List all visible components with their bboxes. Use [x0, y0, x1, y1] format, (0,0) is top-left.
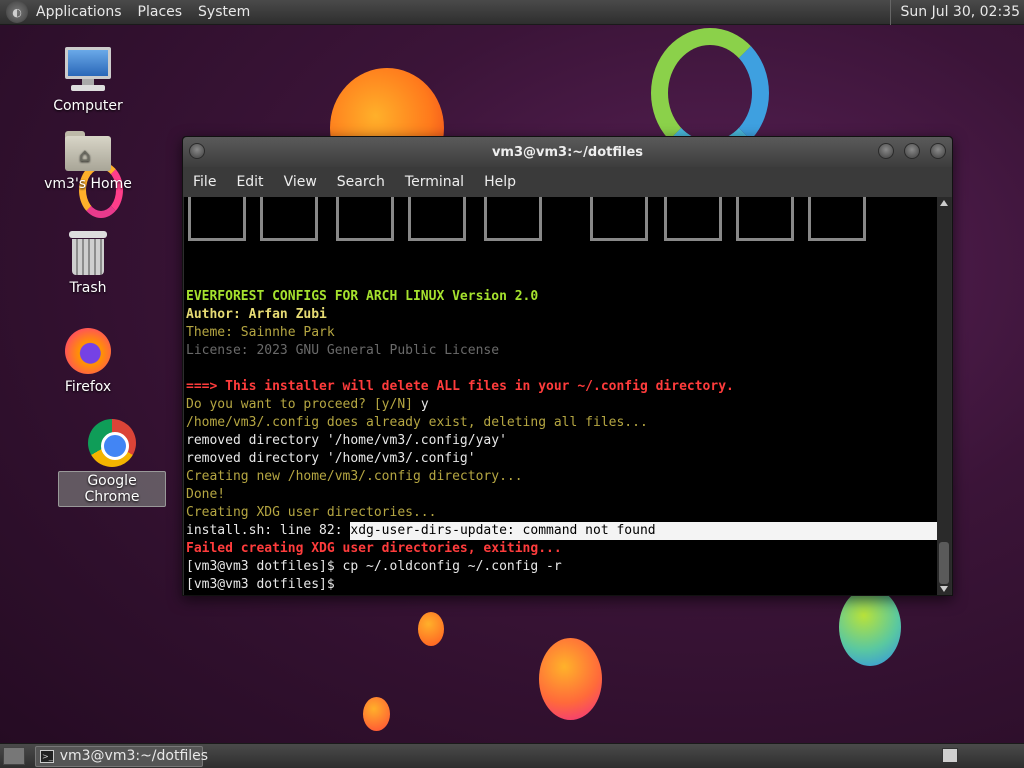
- balloon-decoration: [539, 638, 602, 720]
- minimize-button[interactable]: [878, 143, 894, 159]
- workspace-switcher[interactable]: [942, 748, 958, 763]
- terminal-icon: >_: [40, 749, 54, 763]
- window-title: vm3@vm3:~/dotfiles: [491, 144, 644, 160]
- clock[interactable]: Sun Jul 30, 02:35: [889, 0, 1020, 25]
- menu-applications[interactable]: Applications: [28, 0, 130, 25]
- terminal-line: install.sh: line 82: xdg-user-dirs-updat…: [186, 522, 938, 540]
- terminal-line: License: 2023 GNU General Public License: [186, 343, 500, 358]
- chrome-icon: [88, 419, 136, 467]
- terminal-line: [vm3@vm3 dotfiles]$ cp ~/.oldconfig ~/.c…: [186, 559, 562, 574]
- desktop-icon-label: Google Chrome: [58, 471, 166, 507]
- terminal-line: removed directory '/home/vm3/.config/yay…: [186, 433, 507, 448]
- balloon-decoration: [418, 612, 444, 646]
- show-desktop-button[interactable]: [3, 747, 25, 765]
- scroll-down-icon[interactable]: [940, 586, 948, 592]
- distro-logo-icon[interactable]: ◐: [6, 1, 28, 23]
- trash-icon: [69, 231, 107, 275]
- terminal-menubar: File Edit View Search Terminal Help: [183, 167, 952, 197]
- terminal-window[interactable]: vm3@vm3:~/dotfiles File Edit View Search…: [182, 136, 953, 596]
- terminal-line: Creating XDG user directories...: [186, 505, 437, 520]
- desktop-icon-firefox[interactable]: Firefox: [40, 328, 136, 396]
- terminal-prompt[interactable]: [vm3@vm3 dotfiles]$: [186, 576, 343, 594]
- desktop-icon-label: Computer: [53, 98, 123, 114]
- home-folder-icon: ⌂: [65, 131, 111, 171]
- desktop-icon-label: Trash: [69, 280, 107, 296]
- desktop-icon-home[interactable]: ⌂ vm3's Home: [40, 131, 136, 193]
- desktop-icon-chrome[interactable]: Google Chrome: [58, 419, 166, 507]
- error-prefix: install.sh: line 82:: [186, 523, 351, 538]
- terminal-line: Failed creating XDG user directories, ex…: [186, 541, 562, 556]
- desktop-icon-label: Firefox: [64, 379, 112, 395]
- menu-terminal[interactable]: Terminal: [395, 174, 474, 190]
- desktop-icon-label: vm3's Home: [44, 176, 132, 192]
- menu-view[interactable]: View: [274, 174, 327, 190]
- menu-system[interactable]: System: [190, 0, 258, 25]
- selected-text[interactable]: xdg-user-dirs-update: command not found: [350, 522, 938, 540]
- balloon-decoration: [363, 697, 390, 731]
- menu-places[interactable]: Places: [130, 0, 191, 25]
- scroll-up-icon[interactable]: [940, 200, 948, 206]
- close-button[interactable]: [930, 143, 946, 159]
- taskbar-item-label: vm3@vm3:~/dotfiles: [59, 748, 209, 764]
- terminal-scrollbar[interactable]: [937, 197, 951, 595]
- terminal-line: Do you want to proceed? [y/N] y: [186, 396, 429, 414]
- computer-icon: [63, 47, 113, 93]
- scrollbar-thumb[interactable]: [939, 542, 949, 584]
- terminal-line: Creating new /home/vm3/.config directory…: [186, 469, 523, 484]
- user-input: y: [420, 397, 429, 412]
- menu-search[interactable]: Search: [327, 174, 395, 190]
- desktop-icon-computer[interactable]: Computer: [40, 47, 136, 115]
- terminal-line: removed directory '/home/vm3/.config': [186, 451, 476, 466]
- terminal-line: Theme: Sainnhe Park: [186, 325, 335, 340]
- ascii-banner: [186, 197, 906, 245]
- terminal-line: /home/vm3/.config does already exist, de…: [186, 415, 648, 430]
- window-titlebar[interactable]: vm3@vm3:~/dotfiles: [183, 137, 952, 167]
- terminal-output[interactable]: EVERFOREST CONFIGS FOR ARCH LINUX Versio…: [184, 197, 938, 595]
- prompt-text: Do you want to proceed? [y/N]: [186, 397, 421, 412]
- menu-help[interactable]: Help: [474, 174, 526, 190]
- maximize-button[interactable]: [904, 143, 920, 159]
- taskbar-item-terminal[interactable]: >_ vm3@vm3:~/dotfiles: [35, 745, 208, 767]
- balloon-decoration: [839, 588, 901, 666]
- terminal-line: ===> This installer will delete ALL file…: [186, 379, 734, 394]
- top-panel: ◐ Applications Places System Sun Jul 30,…: [0, 0, 1024, 25]
- menu-edit[interactable]: Edit: [226, 174, 273, 190]
- terminal-line: EVERFOREST CONFIGS FOR ARCH LINUX Versio…: [186, 289, 539, 304]
- terminal-line: Author: Arfan Zubi: [186, 307, 327, 322]
- window-menu-button[interactable]: [189, 143, 205, 159]
- bottom-panel: >_ vm3@vm3:~/dotfiles: [0, 743, 1024, 768]
- firefox-icon: [65, 328, 111, 374]
- terminal-line: Done!: [186, 487, 226, 502]
- desktop-icon-trash[interactable]: Trash: [40, 231, 136, 297]
- menu-file[interactable]: File: [183, 174, 226, 190]
